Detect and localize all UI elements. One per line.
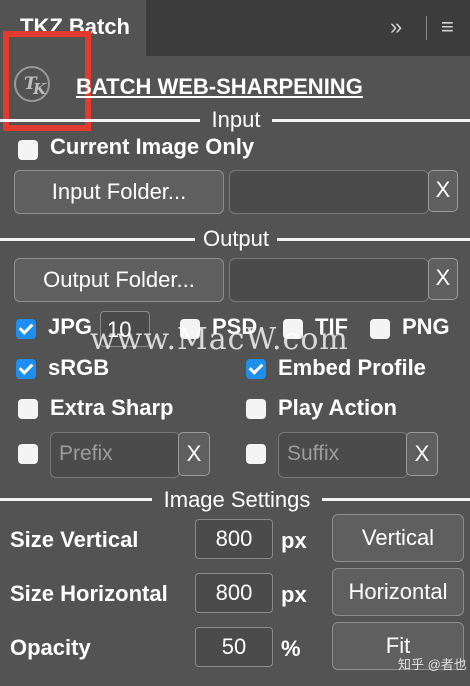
size-horizontal-unit: px	[281, 582, 307, 607]
output-section-label: Output	[195, 227, 277, 251]
jpg-checkbox[interactable]	[16, 319, 36, 339]
output-folder-path-field[interactable]	[229, 258, 429, 302]
size-horizontal-label: Size Horizontal	[10, 581, 168, 606]
suffix-checkbox[interactable]	[246, 444, 266, 464]
embed-profile-checkbox[interactable]	[246, 359, 266, 379]
output-folder-button[interactable]: Output Folder...	[14, 258, 224, 302]
png-checkbox[interactable]	[370, 319, 390, 339]
srgb-label: sRGB	[48, 355, 110, 380]
size-horizontal-input[interactable]: 800	[195, 573, 273, 613]
vertical-button[interactable]: Vertical	[332, 514, 464, 562]
input-folder-path-field[interactable]	[229, 170, 429, 214]
size-vertical-label: Size Vertical	[10, 527, 139, 552]
panel-title: BATCH WEB-SHARPENING	[76, 74, 363, 99]
input-folder-button[interactable]: Input Folder...	[14, 170, 224, 214]
srgb-checkbox[interactable]	[16, 359, 36, 379]
opacity-input[interactable]: 50	[195, 627, 273, 667]
play-action-label: Play Action	[278, 395, 397, 420]
current-image-only-checkbox[interactable]	[18, 140, 38, 160]
input-section-label: Input	[200, 108, 272, 132]
tab-bar-separator	[426, 16, 427, 40]
watermark-text: www.MacW.com	[90, 322, 349, 357]
extra-sharp-label: Extra Sharp	[50, 395, 174, 420]
prefix-clear-button[interactable]: X	[178, 432, 210, 476]
output-folder-clear-button[interactable]: X	[428, 258, 458, 300]
horizontal-button[interactable]: Horizontal	[332, 568, 464, 616]
prefix-input[interactable]: Prefix	[50, 432, 180, 478]
extra-sharp-checkbox[interactable]	[18, 399, 38, 419]
prefix-checkbox[interactable]	[18, 444, 38, 464]
suffix-input[interactable]: Suffix	[278, 432, 408, 478]
credit-text: 知乎 @者也	[398, 657, 467, 672]
current-image-only-label: Current Image Only	[50, 134, 255, 159]
size-vertical-input[interactable]: 800	[195, 519, 273, 559]
suffix-clear-button[interactable]: X	[406, 432, 438, 476]
opacity-label: Opacity	[10, 635, 91, 660]
double-chevron-right-icon[interactable]: »	[390, 14, 402, 40]
jpg-label: JPG	[48, 314, 93, 339]
size-vertical-unit: px	[281, 528, 307, 553]
png-label: PNG	[402, 314, 450, 339]
play-action-checkbox[interactable]	[246, 399, 266, 419]
embed-profile-label: Embed Profile	[278, 355, 426, 380]
input-folder-clear-button[interactable]: X	[428, 170, 458, 212]
image-settings-section-label: Image Settings	[152, 488, 322, 512]
opacity-unit: %	[281, 636, 301, 661]
hamburger-menu-icon[interactable]: ≡	[441, 14, 454, 40]
